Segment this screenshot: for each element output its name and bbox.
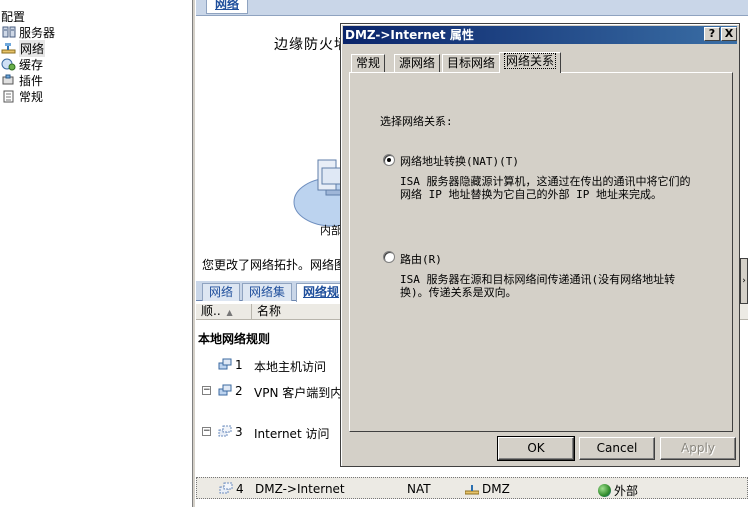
rule-order: 1 xyxy=(235,358,243,372)
network-rule-icon xyxy=(218,357,232,371)
task-pane-toggle[interactable]: › xyxy=(740,258,748,304)
tree-root-config[interactable]: 配置 xyxy=(1,8,25,25)
tree-item-cache[interactable]: 缓存 xyxy=(1,56,43,72)
tab-networks-top[interactable]: 网络 xyxy=(206,0,249,14)
radio-nat[interactable] xyxy=(383,154,395,166)
collapse-icon[interactable]: − xyxy=(202,386,211,395)
server-icon xyxy=(1,25,16,39)
rule-source-label: DMZ xyxy=(482,482,510,496)
rule-order: 4 xyxy=(236,482,244,496)
tab-source-networks[interactable]: 源网络 xyxy=(394,54,441,72)
network-rule-icon xyxy=(219,481,233,495)
properties-dialog: DMZ->Internet 属性 ? X 常规 源网络 目标网络 网络关系 选择… xyxy=(340,23,740,467)
internal-network-label: 内部 xyxy=(320,224,342,237)
tab-network-relationship-label: 网络关系 xyxy=(504,53,557,69)
rule-name: 本地主机访问 xyxy=(254,360,327,374)
tree-item-networks[interactable]: 网络 xyxy=(1,39,46,57)
topology-title: 边缘防火墙 xyxy=(274,37,349,53)
dialog-title-bar[interactable]: DMZ->Internet 属性 xyxy=(343,26,737,44)
table-row-selected[interactable]: 4 DMZ->Internet NAT DMZ 外部 xyxy=(196,477,748,499)
rule-name: DMZ->Internet xyxy=(255,482,345,496)
top-tab-strip: 网络 xyxy=(196,0,748,16)
network-rule-icon xyxy=(218,383,232,397)
dmz-network-icon xyxy=(464,484,480,495)
cache-icon xyxy=(1,57,16,71)
tree-item-label: 常规 xyxy=(19,89,44,104)
general-icon xyxy=(1,89,16,103)
rule-relation: NAT xyxy=(407,482,431,496)
section-local-rules: 本地网络规则 xyxy=(198,332,271,346)
radio-nat-label[interactable]: 网络地址转换(NAT)(T) xyxy=(400,153,519,169)
addins-icon xyxy=(1,73,16,87)
dialog-title: DMZ->Internet 属性 xyxy=(345,28,474,42)
rule-destination-label: 外部 xyxy=(614,484,639,498)
radio-route[interactable] xyxy=(383,251,395,263)
rule-name: Internet 访问 xyxy=(254,427,330,441)
tree-item-label: 缓存 xyxy=(19,57,44,72)
close-button[interactable]: X xyxy=(721,27,737,41)
column-order[interactable]: 顺.. ▲ xyxy=(196,304,252,320)
relationship-prompt: 选择网络关系: xyxy=(380,115,453,128)
tree-item-addins[interactable]: 插件 xyxy=(1,72,43,88)
rule-order: 3 xyxy=(235,425,243,439)
column-order-label: 顺.. xyxy=(201,304,221,318)
tab-networks[interactable]: 网络 xyxy=(202,283,241,301)
tree-item-label: 服务器 xyxy=(19,25,56,40)
apply-button[interactable]: Apply xyxy=(660,437,736,460)
tree-item-general[interactable]: 常规 xyxy=(1,88,43,104)
tree-item-label: 插件 xyxy=(19,73,44,88)
navigation-tree: 配置 服务器 网络 缓存 插件 常规 xyxy=(0,0,192,507)
tree-item-servers[interactable]: 服务器 xyxy=(1,24,55,40)
tab-network-relationship[interactable]: 网络关系 xyxy=(499,52,562,73)
ok-button[interactable]: OK xyxy=(497,436,575,461)
tab-network-sets[interactable]: 网络集 xyxy=(242,283,293,301)
topology-changed-message: 您更改了网络拓扑。网络图 xyxy=(202,258,347,272)
tree-item-label: 网络 xyxy=(19,39,46,57)
network-rule-icon xyxy=(218,424,232,438)
collapse-icon[interactable]: − xyxy=(202,427,211,436)
rule-order: 2 xyxy=(235,384,243,398)
nat-description: ISA 服务器隐藏源计算机，这通过在传出的通讯中将它们的网络 IP 地址替换为它… xyxy=(400,175,691,201)
rule-destination: 外部 xyxy=(598,482,638,499)
sort-asc-icon: ▲ xyxy=(226,308,233,317)
route-description: ISA 服务器在源和目标网络间传递通讯(没有网络地址转换)。传递关系是双向。 xyxy=(400,273,676,299)
radio-route-label[interactable]: 路由(R) xyxy=(400,251,442,267)
network-icon xyxy=(1,41,16,55)
tab-general[interactable]: 常规 xyxy=(351,54,386,72)
cancel-button[interactable]: Cancel xyxy=(579,437,655,460)
relationship-panel: 选择网络关系: 网络地址转换(NAT)(T) ISA 服务器隐藏源计算机，这通过… xyxy=(349,72,733,432)
help-button[interactable]: ? xyxy=(704,27,720,41)
tab-network-rules[interactable]: 网络规 xyxy=(296,283,347,302)
rule-source: DMZ xyxy=(464,482,510,496)
tab-destination-networks[interactable]: 目标网络 xyxy=(442,54,501,72)
globe-icon xyxy=(598,484,611,497)
